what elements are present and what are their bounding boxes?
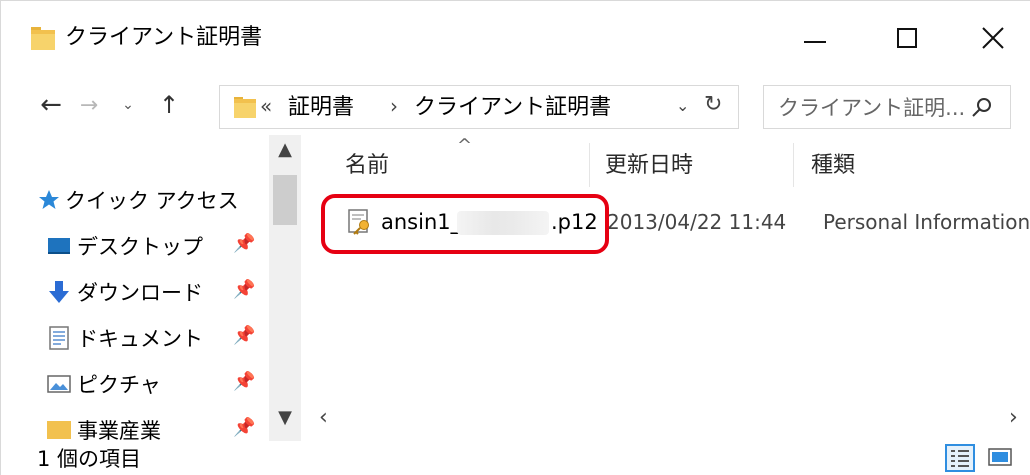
star-icon [39, 190, 59, 209]
navpane-item-downloads[interactable]: ダウンロード 📌 [1, 271, 266, 315]
navpane-item-desktop[interactable]: デスクトップ 📌 [1, 225, 266, 269]
navpane-item-label: ピクチャ [77, 373, 161, 397]
navpane-item-label: デスクトップ [77, 235, 203, 259]
navigation-bar: ← → ⌄ ↑ « 証明書 › クライアント証明書 ⌄ ↻ クライアント証明..… [1, 75, 1030, 135]
pin-icon: 📌 [233, 233, 256, 254]
file-modified-date: 2013/04/22 11:44 [607, 210, 787, 234]
highlight-annotation [321, 194, 609, 254]
file-list: 名前 ^ 更新日時 種類 ansin1_ .p12 2013/04/22 11:… [303, 135, 1030, 441]
navpane-item-pictures[interactable]: ピクチャ 📌 [1, 363, 266, 407]
column-header-label: 更新日時 [605, 153, 694, 178]
column-divider[interactable] [793, 143, 794, 187]
window-title: クライアント証明書 [65, 25, 263, 50]
up-button[interactable]: ↑ [151, 87, 187, 123]
search-icon [972, 98, 991, 117]
desktop-icon [48, 238, 70, 254]
pin-icon: 📌 [233, 325, 256, 346]
close-icon [982, 27, 1004, 49]
status-bar: 1 個の項目 [1, 441, 1030, 475]
pin-icon: 📌 [233, 371, 256, 392]
scroll-left-icon[interactable]: ‹ [319, 405, 328, 430]
search-placeholder: クライアント証明... [778, 96, 966, 120]
address-overflow-icon[interactable]: « [260, 94, 272, 118]
scroll-up-icon[interactable]: ▲ [269, 139, 301, 169]
refresh-icon[interactable]: ↻ [704, 92, 722, 117]
details-view-button[interactable] [945, 444, 975, 472]
address-dropdown-icon[interactable]: ⌄ [676, 96, 689, 115]
folder-icon [234, 97, 256, 118]
folder-icon [31, 27, 55, 50]
column-header-type[interactable]: 種類 [811, 151, 855, 181]
navpane-item-folder[interactable]: 事業産業 📌 [1, 409, 266, 441]
scrollbar-thumb[interactable] [273, 175, 297, 225]
column-header-date[interactable]: 更新日時 [605, 151, 693, 181]
navpane-item-quick-access[interactable]: クイック アクセス [1, 179, 266, 223]
navpane-scrollbar[interactable]: ▲ ▼ [269, 135, 301, 441]
column-header-label: 名前 [345, 153, 390, 178]
scroll-right-icon[interactable]: › [1009, 405, 1018, 430]
minimize-button[interactable] [785, 13, 845, 63]
title-bar: クライアント証明書 [1, 1, 1030, 75]
document-icon [49, 326, 69, 350]
back-button[interactable]: ← [33, 87, 69, 123]
column-header-label: 種類 [811, 153, 856, 178]
breadcrumb-item[interactable]: クライアント証明書 [414, 93, 611, 123]
download-icon [49, 281, 69, 303]
navpane-item-label: クイック アクセス [65, 189, 239, 213]
picture-icon [47, 375, 71, 393]
navigation-pane: クイック アクセス デスクトップ 📌 ダウンロード 📌 ドキュメント 📌 ピクチ… [1, 135, 303, 441]
close-button[interactable] [963, 13, 1023, 63]
navpane-item-label: 事業産業 [77, 419, 161, 441]
forward-button[interactable]: → [71, 87, 107, 123]
column-header-name[interactable]: 名前 [345, 151, 389, 181]
navpane-item-documents[interactable]: ドキュメント 📌 [1, 317, 266, 361]
sort-ascending-icon: ^ [457, 135, 473, 156]
pin-icon: 📌 [233, 417, 256, 438]
large-icons-view-button[interactable] [985, 444, 1015, 472]
address-bar[interactable]: « 証明書 › クライアント証明書 ⌄ ↻ [219, 85, 739, 129]
breadcrumb-item[interactable]: 証明書 [288, 93, 354, 123]
pin-icon: 📌 [233, 279, 256, 300]
scroll-down-icon[interactable]: ▼ [269, 407, 301, 437]
explorer-window: クライアント証明書 ← → ⌄ ↑ « 証明書 › クライアント証明書 ⌄ ↻ … [0, 0, 1030, 475]
recent-locations-button[interactable]: ⌄ [113, 87, 143, 123]
details-view-icon [951, 450, 969, 467]
navpane-item-label: ダウンロード [77, 281, 203, 305]
horizontal-scrollbar[interactable]: ‹ › [303, 403, 1030, 439]
search-input[interactable]: クライアント証明... [763, 85, 1011, 129]
folder-icon [47, 421, 71, 439]
minimize-icon [804, 41, 826, 43]
large-icons-view-icon [988, 448, 1012, 466]
breadcrumb-separator-icon[interactable]: › [390, 94, 398, 118]
file-type: Personal Information [823, 210, 1030, 234]
item-count: 1 個の項目 [37, 447, 142, 471]
maximize-button[interactable] [877, 13, 937, 63]
maximize-icon [897, 28, 917, 48]
column-divider[interactable] [589, 143, 590, 187]
navpane-item-label: ドキュメント [77, 327, 203, 351]
